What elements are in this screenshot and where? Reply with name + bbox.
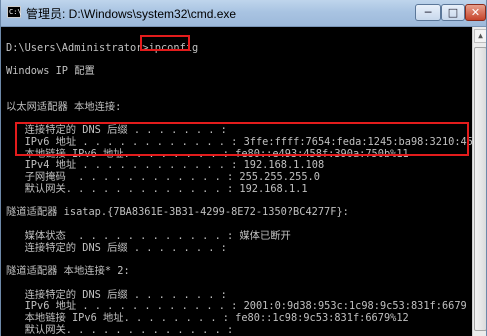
ipv6-highlight-box <box>15 122 469 156</box>
console-line: Windows IP 配置 <box>6 65 95 78</box>
cmd-icon[interactable]: C:\ <box>7 6 22 18</box>
title-bar[interactable]: C:\ 管理员: D:\Windows\system32\cmd.exe ─ □… <box>1 0 486 27</box>
console-line: 默认网关. . . . . . . . . . . . . : <box>6 323 234 336</box>
minimize-button[interactable]: ─ <box>415 4 441 21</box>
console-line: 默认网关. . . . . . . . . . . . . : 192.168.… <box>6 182 308 195</box>
console-line: 隧道适配器 isatap.{7BA8361E-3B31-4299-8E72-13… <box>6 206 349 219</box>
window-title: 管理员: D:\Windows\system32\cmd.exe <box>26 7 237 21</box>
console-line: 隧道适配器 本地连接* 2: <box>6 265 130 277</box>
scrollbar-thumb[interactable] <box>474 47 486 331</box>
scroll-up-arrow-icon[interactable]: ▲ <box>474 29 486 43</box>
close-button[interactable]: ✕ <box>465 4 486 21</box>
console-line: 连接特定的 DNS 后缀 . . . . . . . : <box>6 241 227 254</box>
vertical-scrollbar[interactable]: ▲ <box>472 27 486 336</box>
command-highlight-box <box>140 35 190 51</box>
console-line: 以太网适配器 本地连接: <box>6 100 122 113</box>
maximize-button[interactable]: □ <box>441 4 465 21</box>
console-output[interactable]: D:\Users\Administrator>ipconfig Windows I… <box>1 27 472 336</box>
cmd-window: C:\ 管理员: D:\Windows\system32\cmd.exe ─ □… <box>0 0 487 336</box>
